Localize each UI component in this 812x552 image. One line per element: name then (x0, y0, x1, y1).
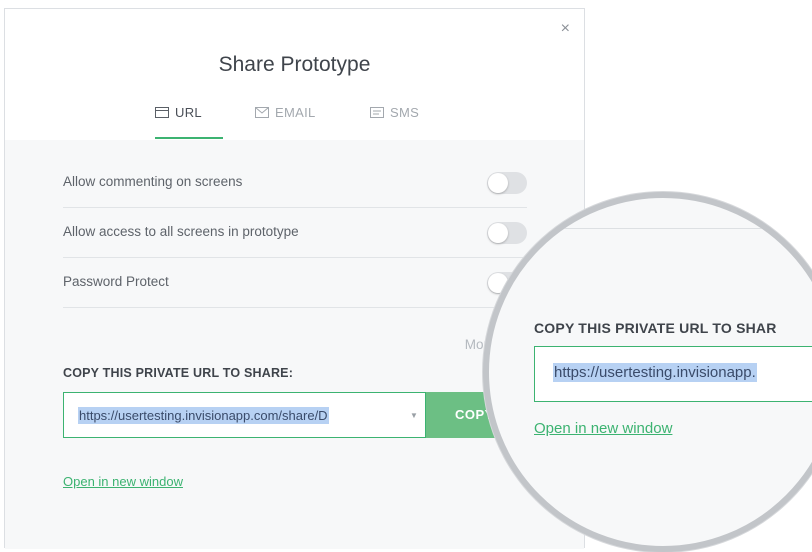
copy-url-label: COPY THIS PRIVATE URL TO SHARE: (63, 366, 294, 380)
tab-sms-label: SMS (390, 105, 420, 120)
browser-window-icon (155, 106, 169, 121)
magnified-share-url-input: https://usertesting.invisionapp. (534, 346, 812, 402)
access-all-screens-toggle[interactable] (487, 222, 527, 244)
toggle-knob (488, 173, 508, 193)
envelope-icon (255, 106, 269, 121)
open-in-new-window-link[interactable]: Open in new window (63, 474, 183, 489)
tab-email-label: EMAIL (275, 105, 316, 120)
tab-email[interactable]: EMAIL (255, 105, 335, 139)
magnified-open-in-new-window-link: Open in new window (534, 420, 673, 437)
tab-url-label: URL (175, 105, 202, 120)
tab-sms[interactable]: SMS (370, 105, 440, 139)
share-url-input[interactable]: https://usertesting.invisionapp.com/shar… (63, 392, 426, 438)
setting-row-commenting: Allow commenting on screens (63, 158, 527, 208)
magnified-share-url-text: https://usertesting.invisionapp. (553, 363, 757, 382)
close-icon[interactable]: × (561, 21, 570, 37)
setting-row-password: Password Protect (63, 258, 527, 308)
dialog-title: Share Prototype (218, 53, 371, 76)
message-icon (370, 106, 384, 121)
share-prototype-dialog: × Share Prototype URL EMAIL SMS Allow co… (4, 8, 585, 549)
share-url-text: https://usertesting.invisionapp.com/shar… (78, 407, 329, 424)
tab-url[interactable]: URL (155, 105, 223, 139)
share-tabs: URL EMAIL SMS (155, 105, 445, 139)
share-url-row: https://usertesting.invisionapp.com/shar… (63, 392, 533, 438)
chevron-down-icon[interactable]: ▼ (410, 411, 418, 420)
commenting-toggle[interactable] (487, 172, 527, 194)
dialog-header: × Share Prototype URL EMAIL SMS (5, 9, 584, 141)
setting-row-access-all-screens: Allow access to all screens in prototype (63, 208, 527, 258)
divider (559, 228, 812, 229)
magnified-copy-url-label: COPY THIS PRIVATE URL TO SHAR (534, 320, 777, 336)
setting-label: Allow access to all screens in prototype (63, 224, 299, 239)
setting-label: Password Protect (63, 274, 169, 289)
toggle-knob (488, 223, 508, 243)
setting-label: Allow commenting on screens (63, 174, 243, 189)
